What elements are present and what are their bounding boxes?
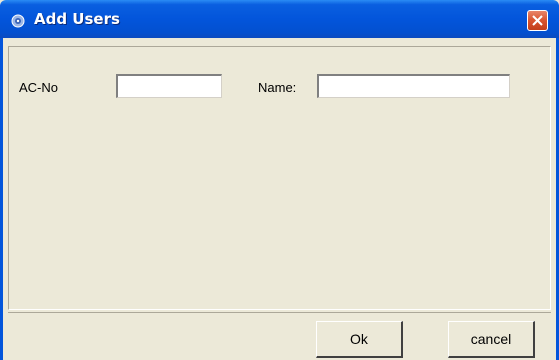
window-title: Add Users [34, 10, 120, 28]
ok-button[interactable]: Ok [316, 321, 403, 358]
name-label: Name: [258, 80, 297, 95]
acno-input[interactable] [116, 74, 222, 98]
close-icon [532, 15, 543, 26]
window-border-left [0, 38, 3, 360]
add-users-dialog: Add Users AC-No Name: Ok cancel [0, 0, 559, 360]
app-icon [11, 13, 25, 28]
close-button[interactable] [527, 10, 548, 31]
cancel-button[interactable]: cancel [448, 321, 535, 358]
title-bar[interactable]: Add Users [0, 0, 559, 38]
footer-divider [8, 312, 551, 313]
name-input[interactable] [317, 74, 510, 98]
acno-label: AC-No [19, 80, 59, 95]
